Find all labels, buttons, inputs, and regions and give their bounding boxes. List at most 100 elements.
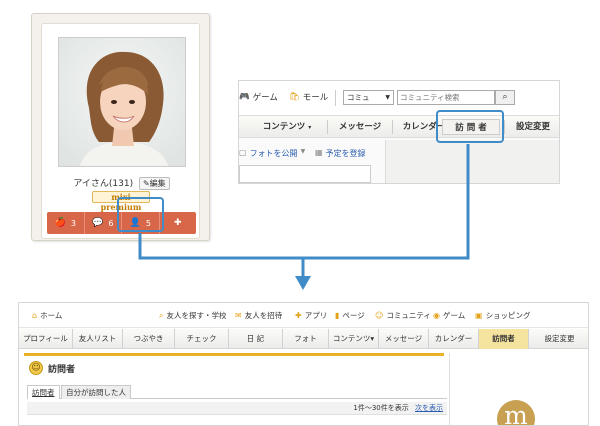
nav-label: ショッピング xyxy=(485,311,531,320)
activity-count: 6 xyxy=(108,218,114,228)
apple-icon: 🍎 xyxy=(54,218,66,228)
game-icon: ◉ xyxy=(433,311,440,320)
tab-settings[interactable]: 設定変更 xyxy=(529,329,588,349)
pencil-icon: ✎ xyxy=(142,179,150,188)
home-icon: ⌂ xyxy=(32,311,38,320)
community-icon: ☺ xyxy=(375,311,384,320)
topbar-mall-link[interactable]: 🛍 モール xyxy=(289,91,328,103)
activity-apples-button[interactable]: 🍎 3 xyxy=(47,212,85,234)
topbar-game-link[interactable]: 🎮 ゲーム xyxy=(239,91,278,103)
profile-name: アイさん(131) xyxy=(73,179,134,189)
publish-photo-link[interactable]: ▢ フォトを公開 ▼ xyxy=(239,148,305,159)
next-page-link[interactable]: 次を表示 xyxy=(415,404,443,412)
nav-label: 友人を探す・学校 xyxy=(166,311,227,320)
link-label: 予定を登録 xyxy=(325,149,366,158)
snippet-topbar: 🎮 ゲーム 🛍 モール コミュ ▼ ⌕ xyxy=(239,81,559,115)
tab-contents[interactable]: コンテンツ▾ xyxy=(329,329,379,349)
global-nav: ⌂ ホーム ⌕ 友人を探す・学校 ✉ 友人を招待 ✚ アプリ ▮ ページ ☺ コ… xyxy=(19,303,588,328)
nav-shopping-link[interactable]: ▣ ショッピング xyxy=(475,310,531,321)
tab-tweets[interactable]: つぶやき xyxy=(123,329,175,349)
nav-community-link[interactable]: ☺ コミュニティ xyxy=(375,310,431,321)
tab-visitors[interactable]: 訪問者 xyxy=(479,329,529,349)
profile-name-row: アイさん(131) ✎編集 xyxy=(42,176,201,190)
nav-snippet: 🎮 ゲーム 🛍 モール コミュ ▼ ⌕ コンテンツ ▾ メッセージ カレンダー … xyxy=(238,80,560,184)
nav-label: コミュニティ xyxy=(386,311,431,320)
right-column: m xyxy=(449,353,588,425)
nav-games-link[interactable]: ◉ ゲーム xyxy=(433,310,465,321)
snippet-tabbar: コンテンツ ▾ メッセージ カレンダー 訪 問 者 設定変更 xyxy=(239,115,559,138)
activity-count: 3 xyxy=(70,218,76,228)
divider xyxy=(327,120,328,134)
tab-contents[interactable]: コンテンツ ▾ xyxy=(249,119,325,135)
arrow-down-icon xyxy=(295,276,311,290)
nav-pages-link[interactable]: ▮ ページ xyxy=(335,310,365,321)
game-icon: 🎮 xyxy=(239,92,250,102)
snippet-right-panel xyxy=(385,140,559,183)
visitors-tab-highlight xyxy=(436,110,504,143)
tab-messages[interactable]: メッセージ xyxy=(329,119,391,135)
tab-settings[interactable]: 設定変更 xyxy=(507,119,559,135)
calendar-icon: ▦ xyxy=(315,148,323,157)
subtab-visitors[interactable]: 訪問者 xyxy=(27,385,60,399)
main-tabbar: プロフィール 友人リスト つぶやき チェック 日 記 フォト コンテンツ▾ メッ… xyxy=(19,329,588,349)
divider xyxy=(504,120,505,134)
page-title: 訪問者 xyxy=(48,364,76,375)
nav-label: アプリ xyxy=(304,311,328,320)
visitors-button-highlight xyxy=(117,197,164,232)
tab-messages[interactable]: メッセージ xyxy=(379,329,429,349)
tab-check[interactable]: チェック xyxy=(175,329,229,349)
post-textarea[interactable] xyxy=(239,165,371,183)
nav-label: ゲーム xyxy=(442,311,466,320)
divider xyxy=(335,90,336,106)
tab-profile[interactable]: プロフィール xyxy=(19,329,73,349)
chevron-down-icon: ▼ xyxy=(385,94,390,101)
tab-label: コンテンツ xyxy=(262,122,306,132)
shopping-icon: ▣ xyxy=(475,311,483,320)
mall-icon: 🛍 xyxy=(289,92,300,102)
nav-apps-link[interactable]: ✚ アプリ xyxy=(295,310,327,321)
snippet-content: ▢ フォトを公開 ▼ ▦ 予定を登録 xyxy=(239,138,559,183)
community-search-input[interactable] xyxy=(397,90,495,105)
section-header: ☺ 訪問者 xyxy=(29,359,229,377)
add-schedule-link[interactable]: ▦ 予定を登録 xyxy=(315,148,366,159)
profile-photo[interactable] xyxy=(58,37,186,167)
nav-label: ホーム xyxy=(40,311,63,320)
tab-photos[interactable]: フォト xyxy=(283,329,329,349)
topbar-label: モール xyxy=(302,93,329,103)
invite-icon: ✉ xyxy=(235,311,242,320)
edit-label: 編集 xyxy=(149,179,166,188)
visitor-icon: ☺ xyxy=(29,361,43,375)
tab-friends[interactable]: 友人リスト xyxy=(73,329,123,349)
nav-find-friends-link[interactable]: ⌕ 友人を探す・学校 xyxy=(159,310,226,321)
puzzle-icon: ✚ xyxy=(173,218,182,228)
tab-diary[interactable]: 日 記 xyxy=(229,329,283,349)
mixi-logo: m xyxy=(497,400,535,425)
search-scope-select[interactable]: コミュ ▼ xyxy=(343,90,394,105)
photo-icon: ▢ xyxy=(239,148,247,157)
edit-button[interactable]: ✎編集 xyxy=(138,177,170,190)
subtab-my-visits[interactable]: 自分が訪問した人 xyxy=(61,385,131,399)
chevron-down-icon: ▼ xyxy=(300,148,306,155)
nav-home-link[interactable]: ⌂ ホーム xyxy=(32,310,62,321)
speech-icon: 💬 xyxy=(92,218,104,228)
divider xyxy=(392,120,393,134)
visitor-row xyxy=(27,417,447,425)
visitors-page: ⌂ ホーム ⌕ 友人を探す・学校 ✉ 友人を招待 ✚ アプリ ▮ ページ ☺ コ… xyxy=(18,302,589,426)
section-rule xyxy=(24,353,444,356)
nav-label: 友人を招待 xyxy=(244,311,283,320)
search-icon: ⌕ xyxy=(502,92,508,102)
pager-bar: 1件〜30件を表示 次を表示 xyxy=(27,402,447,415)
tab-calendar[interactable]: カレンダー xyxy=(429,329,479,349)
search-scope-value: コミュ xyxy=(347,93,370,102)
chevron-down-icon: ▾ xyxy=(308,124,312,131)
app-icon: ✚ xyxy=(295,311,302,320)
nav-label: ページ xyxy=(342,311,365,320)
search-button[interactable]: ⌕ xyxy=(495,90,515,105)
nav-invite-link[interactable]: ✉ 友人を招待 xyxy=(235,310,282,321)
subtabs: 訪問者 自分が訪問した人 xyxy=(27,383,447,399)
topbar-label: ゲーム xyxy=(252,93,278,103)
search-icon: ⌕ xyxy=(159,310,164,320)
activity-apps-button[interactable]: ✚ xyxy=(160,212,197,234)
page-icon: ▮ xyxy=(335,311,340,320)
pager-text: 1件〜30件を表示 xyxy=(353,404,409,412)
